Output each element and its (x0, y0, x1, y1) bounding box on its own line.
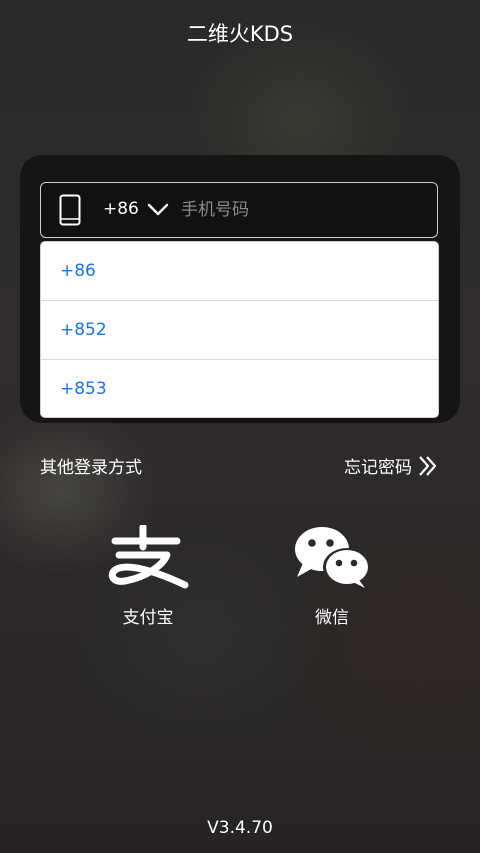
chevron-down-icon[interactable] (147, 202, 169, 218)
phone-number-input[interactable] (181, 193, 421, 227)
app-version: V3.4.70 (207, 818, 273, 838)
alipay-label: 支付宝 (122, 608, 174, 628)
country-code-option[interactable]: +852 (41, 301, 438, 360)
other-login-methods-label: 其他登录方式 (40, 458, 142, 478)
country-code-option[interactable]: +86 (41, 242, 438, 301)
country-code-option[interactable]: +853 (41, 360, 438, 417)
alipay-icon (108, 525, 189, 589)
wechat-login-button[interactable]: 微信 (272, 525, 392, 628)
background (0, 0, 480, 853)
forgot-password-label: 忘记密码 (344, 458, 412, 478)
phone-input-row[interactable]: +86 (40, 182, 438, 238)
country-code-selector[interactable]: +86 (103, 199, 139, 219)
country-code-dropdown: +86 +852 +853 (40, 241, 439, 418)
wechat-icon (295, 527, 371, 588)
app-title: 二维火KDS (186, 22, 294, 46)
alipay-login-button[interactable]: 支付宝 (88, 525, 208, 628)
double-chevron-right-icon (419, 455, 437, 476)
wechat-label: 微信 (315, 608, 349, 628)
forgot-password-link[interactable]: 忘记密码 (344, 453, 438, 478)
mobile-phone-icon (59, 194, 81, 226)
